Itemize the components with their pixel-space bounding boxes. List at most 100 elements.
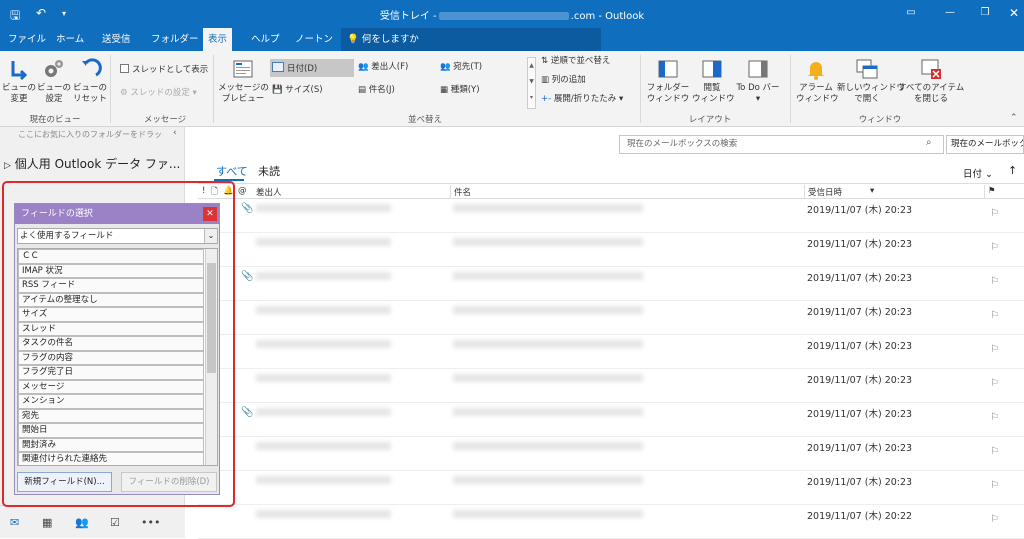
reverse-sort-button[interactable]: ⇅ 逆順で並べ替え xyxy=(541,56,610,67)
arrangement-gallery-scroll[interactable]: ▲ ▼ ▾ xyxy=(527,57,536,109)
field-item[interactable]: 開始日 xyxy=(18,423,204,438)
reading-pane-button[interactable]: 閲覧 ウィンドウ xyxy=(692,57,735,105)
field-chooser-dialog: フィールドの選択 ✕ よく使用するフィールド ⌄ ＣＣ IMAP 状況 RSS フ… xyxy=(14,203,220,495)
arrange-to-button[interactable]: 👥 宛先(T) xyxy=(440,62,482,73)
change-view-button[interactable]: ビューの 変更 xyxy=(2,57,36,105)
flag-icon[interactable]: ⚐ xyxy=(990,480,999,491)
field-item[interactable]: RSS フィード xyxy=(18,278,204,293)
reminders-window-button[interactable]: アラーム ウィンドウ xyxy=(796,57,839,105)
tasks-icon[interactable]: ☑ xyxy=(110,516,120,529)
flag-icon[interactable]: ⚐ xyxy=(990,446,999,457)
field-item[interactable]: タスクの件名 xyxy=(18,336,204,351)
arrange-type-button[interactable]: ▦ 種類(Y) xyxy=(440,85,480,96)
arrange-date-button[interactable]: 日付(D) xyxy=(270,59,354,77)
folder-pane-button[interactable]: フォルダー ウィンドウ xyxy=(645,57,691,105)
arrange-from-button[interactable]: 👥 差出人(F) xyxy=(358,62,408,73)
table-row[interactable]: 2019/11/07 (木) 20:23 ⚐ xyxy=(198,301,1024,335)
mail-icon[interactable]: ✉ xyxy=(10,516,19,529)
field-item[interactable]: ＣＣ xyxy=(18,249,204,264)
search-scope-dropdown[interactable]: 現在のメールボックス xyxy=(946,135,1024,154)
table-row[interactable]: 2019/11/07 (木) 20:23 ⚐ xyxy=(198,335,1024,369)
column-received[interactable]: 受信日時 xyxy=(808,186,842,198)
field-item[interactable]: 宛先 xyxy=(18,408,204,423)
redacted-sender xyxy=(256,306,391,314)
flag-icon[interactable]: ⚐ xyxy=(990,310,999,321)
field-item[interactable]: 開封済み xyxy=(18,437,204,452)
table-row[interactable]: 📎 2019/11/07 (木) 20:23 ⚐ xyxy=(198,199,1024,233)
flag-icon[interactable]: ⚐ xyxy=(990,514,999,525)
tab-file[interactable]: ファイル xyxy=(3,28,51,51)
tab-view[interactable]: 表示 xyxy=(203,28,233,51)
sort-by-dropdown[interactable]: 日付 ⌄ xyxy=(963,166,993,180)
field-category-select[interactable]: よく使用するフィールド ⌄ xyxy=(17,228,218,244)
field-item[interactable]: アイテムの整理なし xyxy=(18,292,204,307)
tab-help[interactable]: ヘルプ xyxy=(246,28,285,51)
scrollbar-thumb[interactable] xyxy=(207,263,216,373)
arrange-subject-button[interactable]: ▤ 件名(J) xyxy=(358,85,395,96)
table-row[interactable]: 📎 2019/11/07 (木) 20:23 ⚐ xyxy=(198,403,1024,437)
column-subject[interactable]: 件名 xyxy=(454,186,471,198)
field-item[interactable]: フラグ完了日 xyxy=(18,365,204,380)
close-icon[interactable]: ✕ xyxy=(203,207,217,221)
field-item[interactable]: スレッド xyxy=(18,321,204,336)
field-item[interactable]: 関連付けられた連絡先 xyxy=(18,452,204,465)
column-divider[interactable] xyxy=(804,185,805,198)
table-row[interactable]: 2019/11/07 (木) 20:23 ⚐ xyxy=(198,369,1024,403)
account-folder[interactable]: ▷ 個人用 Outlook データ ファ... xyxy=(4,155,180,172)
expand-collapse-button[interactable]: +- 展開/折りたたみ ▾ xyxy=(541,94,623,105)
tab-home[interactable]: ホーム xyxy=(51,28,89,51)
table-row[interactable]: 📎 2019/11/07 (木) 20:23 ⚐ xyxy=(198,267,1024,301)
close-button[interactable]: ✕ xyxy=(1004,4,1024,22)
message-preview-button[interactable]: メッセージの プレビュー xyxy=(218,57,269,105)
column-divider[interactable] xyxy=(450,185,451,198)
flag-icon[interactable]: ⚐ xyxy=(990,242,999,253)
people-icon[interactable]: 👥 xyxy=(75,516,89,529)
tell-me-box[interactable]: 💡 何をしますか xyxy=(341,28,601,51)
flag-icon[interactable]: ⚐ xyxy=(990,378,999,389)
field-list-scrollbar[interactable] xyxy=(205,249,217,465)
tab-norton[interactable]: ノートン xyxy=(290,28,338,51)
table-row[interactable]: 2019/11/07 (木) 20:23 ⚐ xyxy=(198,471,1024,505)
flag-icon[interactable]: ⚐ xyxy=(990,208,999,219)
field-item[interactable]: フラグの内容 xyxy=(18,350,204,365)
arrange-size-button[interactable]: 💾 サイズ(S) xyxy=(272,85,323,96)
field-item[interactable]: メッセージ xyxy=(18,379,204,394)
filter-all[interactable]: すべて xyxy=(216,163,248,179)
show-as-threads-checkbox[interactable]: スレッドとして表示 xyxy=(120,64,208,76)
open-new-window-button[interactable]: 新しいウィンドウ で開く xyxy=(837,57,905,105)
field-item[interactable]: メンション xyxy=(18,394,204,409)
reset-view-button[interactable]: ビューの リセット xyxy=(72,57,108,105)
more-icon[interactable]: ••• xyxy=(141,516,160,529)
ribbon-display-options-icon[interactable]: ▭ xyxy=(901,4,921,22)
column-divider[interactable] xyxy=(984,185,985,198)
add-columns-button[interactable]: ▥ 列の追加 xyxy=(541,75,586,86)
column-from[interactable]: 差出人 xyxy=(256,186,282,198)
flag-icon[interactable]: ⚐ xyxy=(990,276,999,287)
table-row[interactable]: 2019/11/07 (木) 20:23 ⚐ xyxy=(198,233,1024,267)
flag-icon[interactable]: ⚐ xyxy=(990,344,999,355)
flag-column-icon[interactable]: ⚑ xyxy=(988,186,996,196)
calendar-icon[interactable]: ▦ xyxy=(42,516,52,529)
ribbon-separator xyxy=(213,55,214,123)
tab-send-receive[interactable]: 送受信 xyxy=(97,28,136,51)
view-settings-button[interactable]: ビューの 設定 xyxy=(37,57,71,105)
new-field-button[interactable]: 新規フィールド(N)... xyxy=(17,472,112,492)
flag-icon[interactable]: ⚐ xyxy=(990,412,999,423)
collapse-ribbon-icon[interactable]: ⌃ xyxy=(1010,113,1018,123)
minimize-button[interactable]: — xyxy=(940,4,960,22)
collapse-favorites-icon[interactable]: ‹ xyxy=(173,128,177,138)
search-icon[interactable]: ⌕ xyxy=(926,137,932,148)
field-item[interactable]: サイズ xyxy=(18,307,204,322)
close-all-items-button[interactable]: すべてのアイテム を閉じる xyxy=(898,57,964,105)
table-row[interactable]: 2019/11/07 (木) 20:23 ⚐ xyxy=(198,437,1024,471)
filter-unread[interactable]: 未読 xyxy=(258,163,280,179)
dialog-title[interactable]: フィールドの選択 xyxy=(15,204,219,224)
tab-folder[interactable]: フォルダー xyxy=(146,28,204,51)
table-row[interactable]: 2019/11/07 (木) 20:22 ⚐ xyxy=(198,505,1024,539)
attachment-column-icon[interactable]: @ xyxy=(238,186,247,196)
restore-button[interactable]: ❐ xyxy=(975,4,995,22)
search-input[interactable]: 現在のメールボックスの検索 xyxy=(619,135,944,154)
field-item[interactable]: IMAP 状況 xyxy=(18,263,204,278)
todo-bar-button[interactable]: To Do バー ▾ xyxy=(733,57,783,105)
sort-direction-icon[interactable]: ↑ xyxy=(1008,164,1017,177)
